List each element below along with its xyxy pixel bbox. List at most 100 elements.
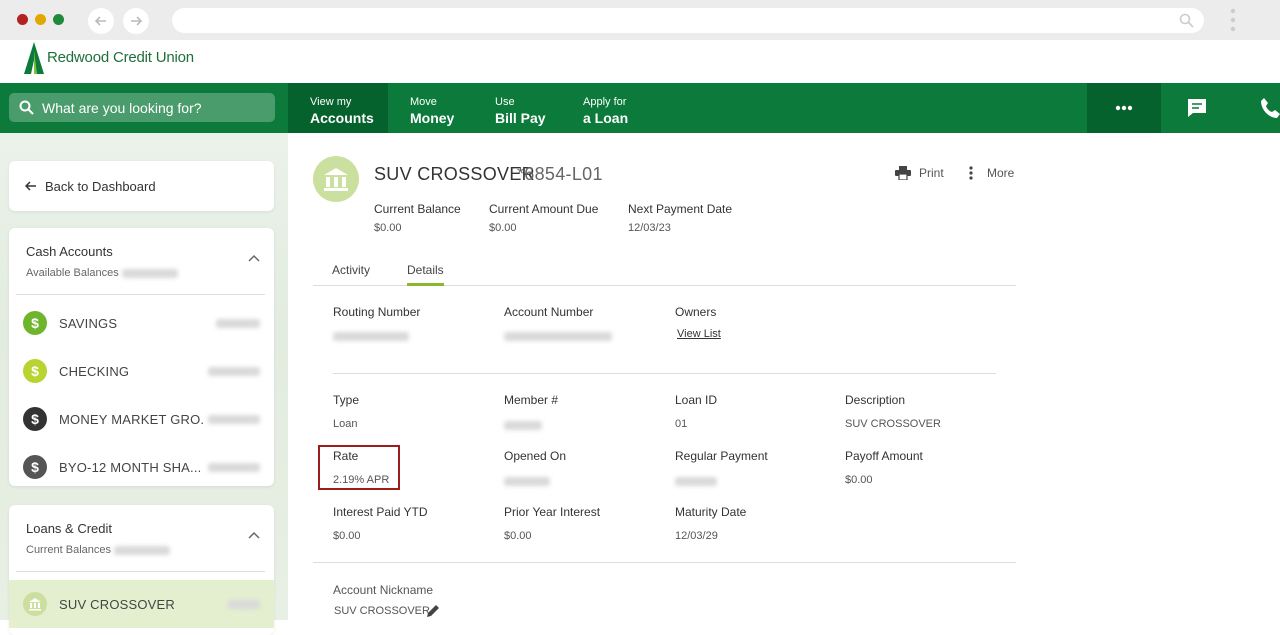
owners-label: Owners <box>675 305 717 319</box>
cash-accounts-subtitle: Available Balances <box>26 267 178 279</box>
search-icon <box>19 100 34 115</box>
type-label: Type <box>333 393 360 407</box>
sidebar-item-savings[interactable]: $ SAVINGS <box>9 299 274 347</box>
address-bar[interactable] <box>172 8 1204 33</box>
arrow-right-icon <box>131 16 143 26</box>
account-name: MONEY MARKET GRO. <box>59 411 205 427</box>
tab-activity[interactable]: Activity <box>332 263 370 277</box>
nav-item-big: Bill Pay <box>495 110 546 126</box>
minimize-window-dot[interactable] <box>35 14 46 25</box>
back-label: Back to Dashboard <box>45 178 156 194</box>
bank-building-icon <box>324 168 348 191</box>
print-label: Print <box>919 166 944 180</box>
blurred-balance <box>208 414 260 424</box>
browser-chrome <box>0 0 1280 40</box>
redwood-tree-logo-icon[interactable] <box>22 40 46 76</box>
forward-nav-button[interactable] <box>123 8 149 34</box>
nav-view-accounts[interactable]: View my Accounts <box>288 83 388 133</box>
current-balance-value: $0.00 <box>374 222 402 234</box>
sidebar-item-byo-12[interactable]: $ BYO-12 MONTH SHA... <box>9 443 274 491</box>
dollar-icon: $ <box>23 407 47 431</box>
print-button[interactable]: Print <box>895 166 944 180</box>
arrow-left-icon <box>94 16 106 26</box>
interest-paid-ytd-value: $0.00 <box>333 530 361 542</box>
nav-move-money[interactable]: Move Money <box>388 83 473 133</box>
nickname-divider <box>313 562 1016 563</box>
maturity-date-label: Maturity Date <box>675 505 747 519</box>
chevron-up-icon[interactable] <box>248 531 260 539</box>
main-content: SUV CROSSOVER *6854-L01 Print More Curre… <box>288 133 1280 620</box>
phone-icon[interactable] <box>1260 97 1280 119</box>
tab-details[interactable]: Details <box>407 263 444 286</box>
view-owners-link[interactable]: View List <box>677 328 721 340</box>
account-name: SUV CROSSOVER <box>59 596 176 612</box>
dollar-icon: $ <box>23 455 47 479</box>
browser-menu-icon[interactable] <box>1229 8 1237 32</box>
search-icon <box>1179 13 1194 28</box>
next-payment-date-label: Next Payment Date <box>628 202 733 216</box>
loans-credit-card: Loans & Credit Current Balances SUV CROS… <box>9 505 274 635</box>
member-number-label: Member # <box>504 393 559 407</box>
loan-account-icon <box>313 156 359 202</box>
nav-item-small: Apply for <box>583 96 627 108</box>
blurred-balance <box>208 462 260 472</box>
payoff-amount-label: Payoff Amount <box>845 449 923 463</box>
subtitle-text: Current Balances <box>26 544 111 556</box>
nav-item-big: Accounts <box>310 110 374 126</box>
current-amount-due-value: $0.00 <box>489 222 517 234</box>
nav-item-small: Use <box>495 96 515 108</box>
blurred-account-number <box>504 332 612 341</box>
more-button[interactable]: More <box>969 166 1014 180</box>
nav-item-big: a Loan <box>583 110 629 126</box>
cash-accounts-card: Cash Accounts Available Balances $ SAVIN… <box>9 228 274 486</box>
search-input[interactable] <box>42 99 262 116</box>
next-payment-date-value: 12/03/23 <box>628 222 671 234</box>
cash-accounts-title: Cash Accounts <box>26 244 113 259</box>
back-nav-button[interactable] <box>88 8 114 34</box>
nav-item-small: View my <box>310 96 352 108</box>
loan-id-label: Loan ID <box>675 393 718 407</box>
blurred-balance <box>121 268 178 278</box>
search-box[interactable] <box>9 93 275 122</box>
nav-more-button[interactable] <box>1087 83 1161 133</box>
current-balance-label: Current Balance <box>374 202 461 216</box>
subtitle-text: Available Balances <box>26 267 119 279</box>
nickname-value: SUV CROSSOVER <box>334 605 430 617</box>
account-title: SUV CROSSOVER <box>374 164 535 184</box>
logo-bar: Redwood Credit Union <box>0 40 1280 83</box>
opened-on-label: Opened On <box>504 449 567 463</box>
current-amount-due-label: Current Amount Due <box>489 202 599 216</box>
chat-icon[interactable] <box>1186 97 1208 119</box>
description-value: SUV CROSSOVER <box>845 418 941 430</box>
description-label: Description <box>845 393 906 407</box>
rate-highlight-box <box>318 445 400 490</box>
maximize-window-dot[interactable] <box>53 14 64 25</box>
account-number-label: Account Number <box>504 305 594 319</box>
regular-payment-label: Regular Payment <box>675 449 768 463</box>
blurred-routing-number <box>333 332 409 341</box>
close-window-dot[interactable] <box>17 14 28 25</box>
sidebar-item-money-market[interactable]: $ MONEY MARKET GRO. <box>9 395 274 443</box>
blurred-opened-on <box>504 477 550 486</box>
payoff-amount-value: $0.00 <box>845 474 873 486</box>
more-vertical-icon <box>969 166 973 180</box>
account-name: CHECKING <box>59 363 130 379</box>
sidebar-item-checking[interactable]: $ CHECKING <box>9 347 274 395</box>
dollar-icon: $ <box>23 359 47 383</box>
nav-item-big: Money <box>410 110 455 126</box>
more-label: More <box>987 166 1015 180</box>
printer-icon <box>895 166 911 180</box>
more-horizontal-icon <box>1115 105 1133 111</box>
chevron-up-icon[interactable] <box>248 254 260 262</box>
type-value: Loan <box>333 418 358 430</box>
pencil-edit-icon[interactable] <box>426 604 440 618</box>
account-name: BYO-12 MONTH SHA... <box>59 459 202 475</box>
sidebar-item-suv-crossover[interactable]: SUV CROSSOVER <box>9 580 274 628</box>
nav-bill-pay[interactable]: Use Bill Pay <box>473 83 561 133</box>
blurred-balance <box>114 545 171 555</box>
brand-name[interactable]: Redwood Credit Union <box>47 49 194 66</box>
prior-year-interest-label: Prior Year Interest <box>504 505 601 519</box>
nav-apply-loan[interactable]: Apply for a Loan <box>561 83 661 133</box>
blurred-regular-payment <box>675 477 717 486</box>
back-to-dashboard-button[interactable]: Back to Dashboard <box>9 161 274 211</box>
